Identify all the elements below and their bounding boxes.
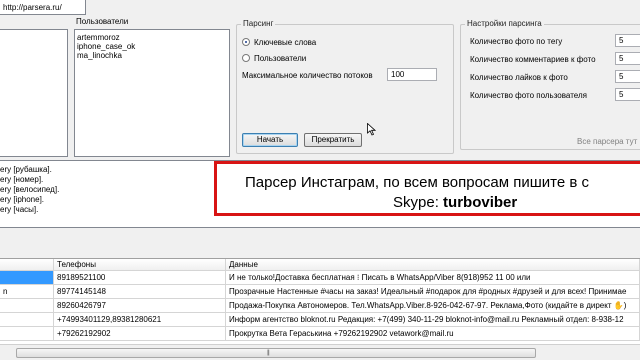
users-legend: Пользователи [76,17,129,26]
parsing-legend: Парсинг [241,19,276,28]
setting-value-input[interactable]: 5 [615,70,640,83]
log-line: ery [iphone]. [0,195,45,204]
table-cell[interactable] [0,271,54,285]
setting-value: 5 [619,36,624,45]
promo-skype-label: Skype: [393,194,444,211]
table-cell[interactable]: Информ агентство bloknot.ru Редакция: +7… [226,313,640,327]
users-group: Пользователи artemmoroz iphone_case_ok m… [74,17,230,158]
list-item[interactable]: iphone_case_ok [77,42,135,51]
table-cell[interactable]: 89189521100 [54,271,226,285]
log-line: ery [номер]. [0,175,44,184]
table-cell[interactable]: Продажа-Покупка Автономеров. Тел.WhatsAp… [226,299,640,313]
setting-value: 5 [619,72,624,81]
parsing-group: Парсинг Ключевые слова Пользователи Макс… [236,19,454,154]
max-threads-label: Максимальное количество потоков [242,71,373,80]
promo-banner: Парсер Инстаграм, по всем вопросам пишит… [214,161,640,216]
table-cell[interactable] [0,299,54,313]
setting-label: Количество фото пользователя [470,91,587,100]
keywords-list[interactable] [0,29,68,157]
setting-label: Количество фото по тегу [470,37,563,46]
max-threads-value: 100 [391,70,405,79]
radio-users-label[interactable]: Пользователи [254,54,306,63]
log-line: ery [велосипед]. [0,185,60,194]
column-header-phones[interactable]: Телефоны [54,259,226,271]
grip-icon: ||| [267,350,270,356]
horizontal-scrollbar[interactable]: ||| [0,344,640,360]
table-cell[interactable] [0,313,54,327]
scrollbar-thumb[interactable]: ||| [16,348,536,358]
log-line: ery [рубашка]. [0,165,52,174]
table-cell[interactable]: +74993401129,89381280621 [54,313,226,327]
setting-value-input[interactable]: 5 [615,88,640,101]
stop-button[interactable]: Прекратить [304,133,362,147]
mouse-cursor-icon [367,123,376,136]
radio-keywords[interactable] [242,38,250,46]
radio-keywords-label[interactable]: Ключевые слова [254,38,316,47]
column-header-index[interactable] [0,259,54,271]
promo-skype-name: turboviber [443,194,518,211]
table-cell[interactable]: 89774145148 [54,285,226,299]
users-list[interactable]: artemmoroz iphone_case_ok ma_linochka [74,29,230,157]
table-cell[interactable] [0,327,54,341]
table-cell[interactable]: Прокрутка Вета Гераськина +79262192902 v… [226,327,640,341]
setting-label: Количество лайков к фото [470,73,568,82]
start-button[interactable]: Начать [242,133,298,147]
table-cell[interactable]: n [0,285,54,299]
setting-value-input[interactable]: 5 [615,52,640,65]
max-threads-input[interactable]: 100 [387,68,437,81]
column-header-data[interactable]: Данные [226,259,640,271]
log-line: ery [часы]. [0,205,39,214]
settings-group: Настройки парсинга Количество фото по те… [460,19,640,150]
setting-value: 5 [619,90,624,99]
promo-line2: Skype: turboviber [393,194,517,211]
table-cell[interactable]: 89260426797 [54,299,226,313]
setting-value-input[interactable]: 5 [615,34,640,47]
table-cell[interactable]: Прозрачные Настенные #часы на заказ! Иде… [226,285,640,299]
radio-users[interactable] [242,54,250,62]
list-item[interactable]: ma_linochka [77,51,122,60]
all-parsers-link[interactable]: Все парсера тут [577,137,637,146]
setting-label: Количество комментариев к фото [470,55,596,64]
results-table[interactable]: Телефоны Данные 89189521100 И не только!… [0,258,640,344]
promo-line1: Парсер Инстаграм, по всем вопросам пишит… [245,174,590,191]
settings-legend: Настройки парсинга [465,19,544,28]
list-item[interactable]: artemmoroz [77,33,120,42]
table-cell[interactable]: +79262192902 [54,327,226,341]
table-cell[interactable]: И не только!Доставка бесплатная ⁝ Писать… [226,271,640,285]
setting-value: 5 [619,54,624,63]
address-bar[interactable]: http://parsera.ru/ [0,0,86,15]
address-url: http://parsera.ru/ [3,3,62,12]
